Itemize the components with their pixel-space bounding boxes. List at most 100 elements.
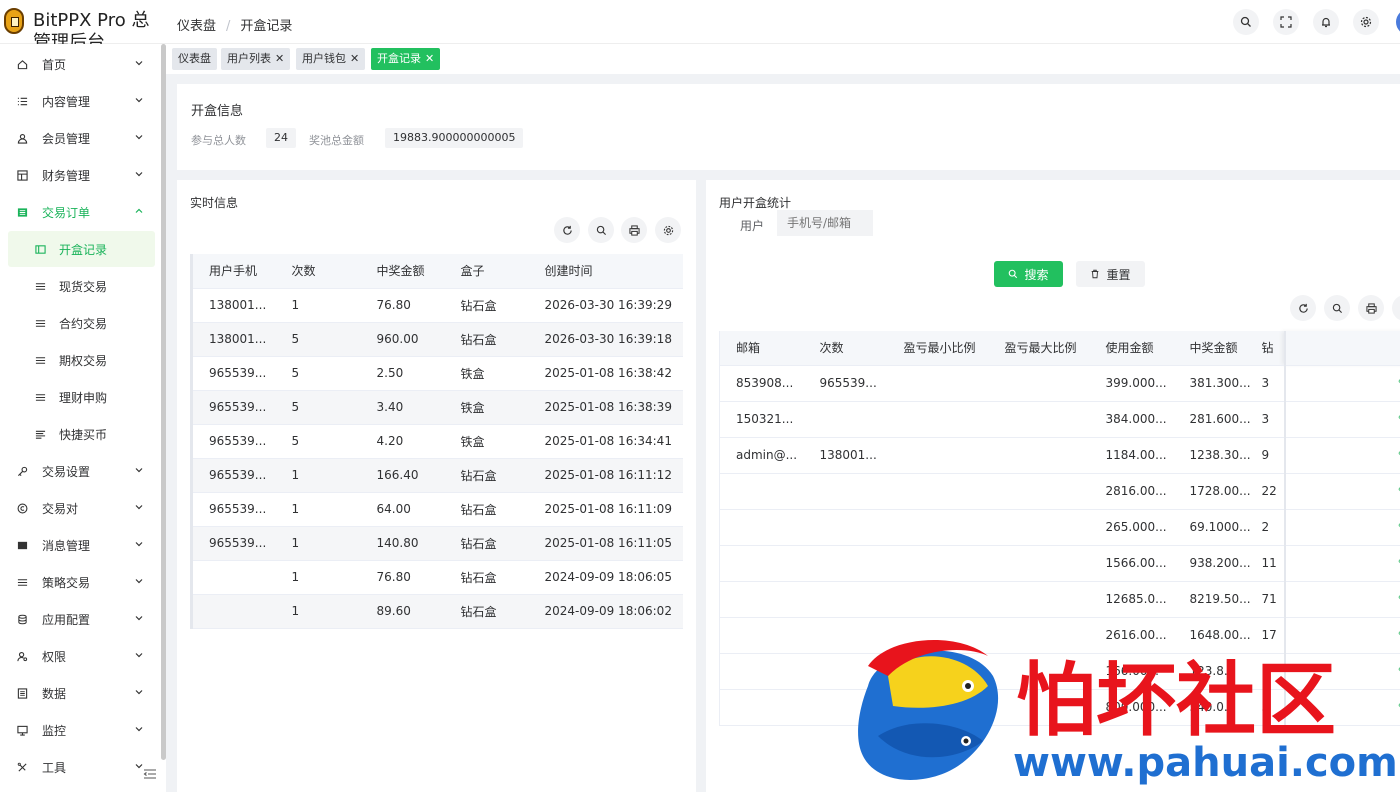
bell-icon[interactable] xyxy=(1313,9,1339,35)
col-count[interactable]: 次数 xyxy=(803,331,888,366)
sidebar-item-box-records[interactable]: 开盒记录 xyxy=(8,231,155,267)
sidebar-item-members[interactable]: 会员管理 xyxy=(0,120,158,156)
column-settings-button[interactable] xyxy=(655,217,681,243)
sidebar-item-monitor[interactable]: 监控 xyxy=(0,712,158,748)
col-email[interactable]: 邮箱 xyxy=(719,331,804,366)
refresh-button[interactable] xyxy=(1290,295,1316,321)
print-button[interactable] xyxy=(1358,295,1384,321)
table-row[interactable]: 965539... 1 64.00 钻石盒 2025-01-08 16:11:09 xyxy=(191,492,683,527)
sidebar-item-contract[interactable]: 合约交易 xyxy=(0,305,158,341)
col-prize[interactable]: 中奖金额 xyxy=(360,254,445,289)
col-min-ratio[interactable]: 盈亏最小比例 xyxy=(887,331,989,366)
table-row[interactable]: 265.000...69.1000...2✎编辑 xyxy=(719,509,1400,546)
table-row[interactable]: admin@...138001... 1184.00...1238.30...9✎… xyxy=(719,437,1400,474)
col-count[interactable]: 次数 xyxy=(275,254,361,289)
app-logo xyxy=(4,8,24,34)
sidebar-item-messages[interactable]: 消息管理 xyxy=(0,527,158,563)
column-settings-button[interactable] xyxy=(1392,295,1400,321)
col-diamond[interactable]: 钻 xyxy=(1257,331,1285,366)
table-row[interactable]: 150321... 384.000...281.600...3✎编辑 xyxy=(719,401,1400,438)
col-phone[interactable]: 用户手机 xyxy=(191,254,276,289)
col-max-ratio[interactable]: 盈亏最大比例 xyxy=(988,331,1090,366)
table-row[interactable]: 965539... 1 140.80 钻石盒 2025-01-08 16:11:05 xyxy=(191,526,683,561)
table-row[interactable]: 166.00...123.8...1✎编辑 xyxy=(719,653,1400,690)
table-row[interactable]: 1 89.60 钻石盒 2024-09-09 18:06:02 xyxy=(191,594,683,629)
table-cell xyxy=(988,509,1090,546)
refresh-button[interactable] xyxy=(554,217,580,243)
sidebar-scrollbar[interactable] xyxy=(161,44,166,760)
sidebar-item-trade-settings[interactable]: 交易设置 xyxy=(0,453,158,489)
table-cell xyxy=(887,509,989,546)
table-row[interactable]: 800.000...540.0...5✎编辑 xyxy=(719,689,1400,726)
search-toggle-button[interactable] xyxy=(1324,295,1350,321)
table-cell: 1 xyxy=(1257,653,1285,690)
close-icon[interactable]: ✕ xyxy=(425,52,434,65)
actions-cell: ✎编辑 xyxy=(1283,653,1400,690)
table-row[interactable]: 138001... 1 76.80 钻石盒 2026-03-30 16:39:29 xyxy=(191,288,683,323)
table-row[interactable]: 965539... 5 3.40 铁盒 2025-01-08 16:38:39 xyxy=(191,390,683,425)
sidebar-item-quick-buy[interactable]: 快捷买币 xyxy=(0,416,158,452)
sidebar-item-options[interactable]: 期权交易 xyxy=(0,342,158,378)
top-header: BitPPX Pro 总管理后台 仪表盘 / 开盒记录 xyxy=(0,0,1400,44)
pool-value: 19883.900000000005 xyxy=(385,128,524,148)
sidebar-item-strategy[interactable]: 策略交易 xyxy=(0,564,158,600)
close-icon[interactable]: ✕ xyxy=(275,52,284,65)
table-cell: 540.0... xyxy=(1173,689,1258,726)
sidebar-item-label: 权限 xyxy=(42,649,67,664)
table-cell xyxy=(887,365,989,402)
sidebar-item-data[interactable]: 数据 xyxy=(0,675,158,711)
table-row[interactable]: 2616.00...1648.00...17✎编辑 xyxy=(719,617,1400,654)
sidebar-item-pairs[interactable]: 交易对 xyxy=(0,490,158,526)
search-button[interactable]: 搜索 xyxy=(994,261,1063,287)
table-cell: 22 xyxy=(1257,473,1285,510)
table-row[interactable]: 965539... 1 166.40 钻石盒 2025-01-08 16:11:12 xyxy=(191,458,683,493)
collapse-sidebar-icon[interactable] xyxy=(143,768,157,780)
table-row[interactable]: 1 76.80 钻石盒 2024-09-09 18:06:05 xyxy=(191,560,683,595)
sidebar: 首页 内容管理 会员管理 财务管理 交易订单 开盒记录 现货交易 合约交易 期权… xyxy=(0,44,166,792)
order-icon xyxy=(16,206,28,218)
sidebar-item-wealth[interactable]: 理财申购 xyxy=(0,379,158,415)
sidebar-item-label: 监控 xyxy=(42,723,67,738)
table-cell xyxy=(191,594,276,629)
table-row[interactable]: 853908...965539... 399.000...381.300...3✎… xyxy=(719,365,1400,402)
gear-icon[interactable] xyxy=(1353,9,1379,35)
breadcrumb-item-dashboard[interactable]: 仪表盘 xyxy=(177,19,216,34)
sidebar-item-content[interactable]: 内容管理 xyxy=(0,83,158,119)
sidebar-item-permissions[interactable]: 权限 xyxy=(0,638,158,674)
col-used-amount[interactable]: 使用金额 xyxy=(1089,331,1174,366)
table-cell xyxy=(988,617,1090,654)
col-created[interactable]: 创建时间 xyxy=(528,254,683,289)
table-row[interactable]: 1566.00...938.200...11✎编辑 xyxy=(719,545,1400,582)
user-search-input[interactable] xyxy=(777,210,873,236)
chevron-down-icon xyxy=(135,727,143,732)
table-row[interactable]: 138001... 5 960.00 钻石盒 2026-03-30 16:39:18 xyxy=(191,322,683,357)
sidebar-item-label: 交易对 xyxy=(42,501,79,516)
search-toggle-button[interactable] xyxy=(588,217,614,243)
sidebar-item-home[interactable]: 首页 xyxy=(0,46,158,82)
table-cell: 钻石盒 xyxy=(444,458,529,493)
table-row[interactable]: 965539... 5 2.50 铁盒 2025-01-08 16:38:42 xyxy=(191,356,683,391)
sidebar-item-finance[interactable]: 财务管理 xyxy=(0,157,158,193)
participants-label: 参与总人数 xyxy=(191,134,246,147)
col-box[interactable]: 盒子 xyxy=(444,254,529,289)
print-button[interactable] xyxy=(621,217,647,243)
search-icon[interactable] xyxy=(1233,9,1259,35)
sidebar-item-spot[interactable]: 现货交易 xyxy=(0,268,158,304)
table-row[interactable]: 2816.00...1728.00...22✎编辑 xyxy=(719,473,1400,510)
tab-box-records[interactable]: 开盒记录 ✕ xyxy=(371,48,441,70)
close-icon[interactable]: ✕ xyxy=(350,52,359,65)
fullscreen-icon[interactable] xyxy=(1273,9,1299,35)
sidebar-item-orders[interactable]: 交易订单 xyxy=(0,194,158,230)
participants-value: 24 xyxy=(266,128,296,148)
tab-dashboard[interactable]: 仪表盘 xyxy=(172,48,217,70)
table-row[interactable]: 965539... 5 4.20 铁盒 2025-01-08 16:34:41 xyxy=(191,424,683,459)
sidebar-item-app-config[interactable]: 应用配置 xyxy=(0,601,158,637)
box-icon xyxy=(34,243,46,255)
col-prize-amount[interactable]: 中奖金额 xyxy=(1173,331,1258,366)
tab-user-wallet[interactable]: 用户钱包 ✕ xyxy=(296,48,366,70)
reset-button[interactable]: 重置 xyxy=(1076,261,1145,287)
avatar[interactable] xyxy=(1396,9,1400,35)
table-row[interactable]: 12685.0...8219.50...71✎编辑 xyxy=(719,581,1400,618)
tab-user-list[interactable]: 用户列表 ✕ xyxy=(221,48,291,70)
sidebar-item-tools[interactable]: 工具 xyxy=(0,749,158,785)
